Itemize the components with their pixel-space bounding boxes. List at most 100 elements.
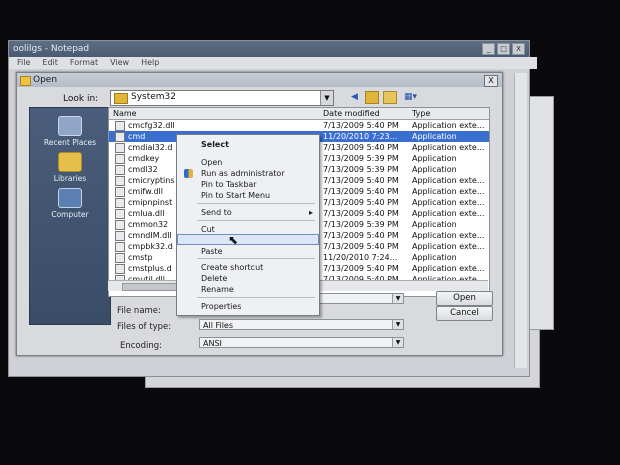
up-folder-icon[interactable] bbox=[365, 91, 379, 104]
dialog-close-button[interactable]: X bbox=[484, 75, 498, 87]
file-icon bbox=[115, 253, 125, 263]
file-name: cmdial32.d bbox=[128, 143, 173, 152]
menu-view[interactable]: View bbox=[110, 57, 129, 69]
chevron-down-icon[interactable]: ▼ bbox=[392, 338, 403, 347]
menu-edit[interactable]: Edit bbox=[42, 57, 58, 69]
context-menu-item[interactable]: Send to ▸ bbox=[177, 207, 319, 218]
file-type: Application exte... bbox=[412, 187, 485, 196]
file-name: cmmon32 bbox=[128, 220, 169, 229]
file-name: cmcfg32.dll bbox=[128, 121, 175, 130]
file-name: cmpbk32.d bbox=[128, 242, 173, 251]
look-in-label: Look in: bbox=[63, 94, 99, 104]
open-folder-icon bbox=[20, 76, 31, 86]
minimize-button[interactable]: _ bbox=[482, 43, 495, 55]
maximize-button[interactable]: □ bbox=[497, 43, 510, 55]
back-arrow-icon[interactable]: ◀ bbox=[347, 90, 362, 104]
place-label: Libraries bbox=[53, 174, 87, 183]
file-icon bbox=[115, 231, 125, 241]
file-icon bbox=[115, 209, 125, 219]
notepad-title: oolilgs - Notepad bbox=[13, 44, 90, 54]
file-list-header: Name Date modified Type bbox=[109, 108, 489, 120]
menu-separator bbox=[197, 297, 315, 298]
file-icon bbox=[115, 154, 125, 164]
libraries-icon bbox=[58, 152, 82, 172]
cancel-button[interactable]: Cancel bbox=[436, 306, 493, 321]
context-menu-item-label: Pin to Taskbar bbox=[201, 180, 257, 189]
dialog-title-bar[interactable]: Open X bbox=[17, 73, 502, 87]
file-name: cmdl32 bbox=[128, 165, 158, 174]
file-type: Application bbox=[412, 220, 457, 229]
context-menu-item[interactable]: Run as administrator bbox=[177, 168, 319, 179]
context-menu-item[interactable]: Properties bbox=[177, 301, 319, 312]
open-button[interactable]: Open bbox=[436, 291, 493, 306]
file-date: 7/13/2009 5:40 PM bbox=[323, 209, 399, 218]
file-date: 7/13/2009 5:39 PM bbox=[323, 165, 399, 174]
close-button[interactable]: X bbox=[512, 43, 525, 55]
file-date: 7/13/2009 5:39 PM bbox=[323, 220, 399, 229]
column-date-modified[interactable]: Date modified bbox=[323, 109, 380, 118]
context-menu-item[interactable]: Rename bbox=[177, 284, 319, 295]
file-date: 7/13/2009 5:40 PM bbox=[323, 242, 399, 251]
encoding-label: Encoding: bbox=[120, 341, 163, 351]
context-menu-item-label: Create shortcut bbox=[201, 263, 264, 272]
chevron-down-icon[interactable]: ▼ bbox=[392, 320, 403, 329]
file-row[interactable]: cmcfg32.dll 7/13/2009 5:40 PM Application … bbox=[109, 120, 489, 131]
place-recent[interactable]: Recent Places bbox=[30, 116, 110, 147]
file-date: 7/13/2009 5:40 PM bbox=[323, 198, 399, 207]
chevron-down-icon[interactable]: ▼ bbox=[392, 294, 403, 303]
notepad-title-bar[interactable]: oolilgs - Notepad _ □ X bbox=[9, 41, 529, 57]
file-type: Application exte... bbox=[412, 231, 485, 240]
column-name[interactable]: Name bbox=[113, 109, 137, 118]
notepad-window-buttons: _ □ X bbox=[482, 43, 525, 55]
file-icon bbox=[115, 132, 125, 142]
look-in-dropdown[interactable]: System32 ▼ bbox=[110, 90, 334, 106]
context-menu-item[interactable]: Pin to Start Menu bbox=[177, 190, 319, 201]
file-type: Application bbox=[412, 165, 457, 174]
context-menu-item-label: Rename bbox=[201, 285, 234, 294]
encoding-dropdown[interactable]: ANSI ▼ bbox=[199, 337, 404, 348]
encoding-value: ANSI bbox=[203, 339, 222, 348]
file-icon bbox=[115, 121, 125, 131]
context-menu-item-label: Send to bbox=[201, 208, 232, 217]
file-name: cmstp bbox=[128, 253, 153, 262]
menu-separator bbox=[197, 258, 315, 259]
context-menu-item[interactable]: Create shortcut bbox=[177, 262, 319, 273]
chevron-down-icon[interactable]: ▼ bbox=[320, 91, 333, 105]
menu-file[interactable]: File bbox=[17, 57, 30, 69]
file-date: 7/13/2009 5:40 PM bbox=[323, 143, 399, 152]
file-icon bbox=[115, 264, 125, 274]
view-menu-icon[interactable]: ▦▾ bbox=[403, 90, 418, 104]
file-name: cmndIM.dll bbox=[128, 231, 172, 240]
file-type: Application exte... bbox=[412, 264, 485, 273]
context-menu-item[interactable]: Paste bbox=[177, 246, 319, 257]
context-menu-item[interactable]: Delete bbox=[177, 273, 319, 284]
file-type: Application bbox=[412, 154, 457, 163]
file-name-label: File name: bbox=[117, 306, 161, 316]
file-type: Application exte... bbox=[412, 209, 485, 218]
folder-icon bbox=[114, 93, 128, 104]
look-in-value: System32 bbox=[131, 92, 177, 102]
computer-icon bbox=[58, 188, 82, 208]
place-libraries[interactable]: Libraries bbox=[30, 152, 110, 183]
column-type[interactable]: Type bbox=[412, 109, 430, 118]
menu-help[interactable]: Help bbox=[141, 57, 159, 69]
context-menu-item[interactable]: Open bbox=[177, 157, 319, 168]
file-date: 7/13/2009 5:40 PM bbox=[323, 176, 399, 185]
menu-separator bbox=[197, 203, 315, 204]
files-of-type-dropdown[interactable]: All Files ▼ bbox=[199, 319, 404, 330]
places-bar: Recent Places Libraries Computer bbox=[29, 107, 111, 325]
context-menu-item-label: Paste bbox=[201, 247, 223, 256]
place-computer[interactable]: Computer bbox=[30, 188, 110, 219]
file-name: cmstplus.d bbox=[128, 264, 172, 273]
file-type: Application exte... bbox=[412, 198, 485, 207]
notepad-vertical-scrollbar[interactable] bbox=[514, 73, 527, 368]
context-menu-item[interactable]: Pin to Taskbar bbox=[177, 179, 319, 190]
file-type: Application exte... bbox=[412, 143, 485, 152]
place-label: Computer bbox=[51, 210, 89, 219]
file-icon bbox=[115, 220, 125, 230]
file-date: 11/20/2010 7:24... bbox=[323, 253, 398, 262]
menu-format[interactable]: Format bbox=[70, 57, 98, 69]
context-menu-item[interactable]: ⬉ bbox=[177, 234, 319, 246]
file-icon bbox=[115, 198, 125, 208]
new-folder-icon[interactable] bbox=[383, 91, 397, 104]
